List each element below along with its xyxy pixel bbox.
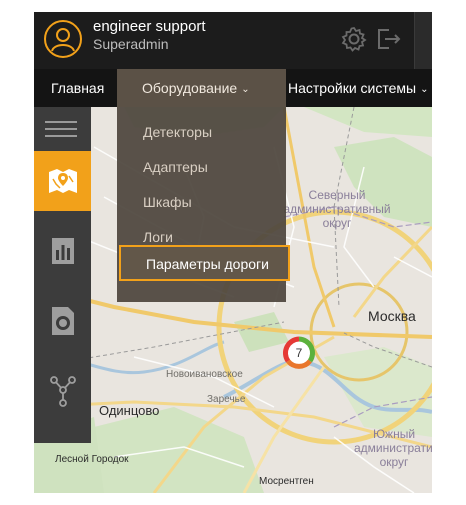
user-avatar-icon[interactable] [44,20,82,58]
map-label-zarechye: Заречье [207,394,246,405]
chart-icon [51,238,74,264]
top-header: engineer support Superadmin [34,12,432,69]
map-label-mosrentgen: Мосрентген [259,476,314,487]
map-icon [48,169,77,193]
main-menubar: Главная Оборудование ⌄ Настройки системы ⌄ [34,69,432,107]
chevron-down-icon: ⌄ [420,84,429,95]
map-district-south: Южный административный округ [354,427,432,469]
sidebar-item-network[interactable] [34,361,91,421]
map-city-label: Москва [368,308,416,324]
storage-icon [51,307,74,335]
sidebar-item-reports[interactable] [34,221,91,281]
dropdown-item-cabinets[interactable]: Шкафы [143,194,192,210]
sidebar-item-storage[interactable] [34,291,91,351]
hamburger-menu-icon[interactable] [45,121,77,137]
equipment-dropdown: Детекторы Адаптеры Шкафы Логи Параметры … [117,107,290,302]
map-label-novoivanovskoe: Новоивановское [166,369,243,380]
dropdown-item-road-parameters-label: Параметры дороги [146,256,269,272]
user-role: Superadmin [93,36,169,52]
nav-home[interactable]: Главная [51,69,104,107]
nav-equipment[interactable]: Оборудование ⌄ [117,69,286,107]
nav-system-settings[interactable]: Настройки системы ⌄ [288,69,428,107]
user-name: engineer support [93,18,206,35]
nav-equipment-label: Оборудование [142,80,238,96]
chevron-down-icon: ⌄ [241,84,250,95]
header-edge-panel [414,12,432,69]
map-label-odintsovo: Одинцово [99,403,160,418]
left-sidebar [34,107,91,443]
map-cluster-marker[interactable]: 7 [282,336,316,370]
dropdown-item-road-parameters[interactable]: Параметры дороги [119,245,290,281]
dropdown-item-logs[interactable]: Логи [143,229,173,245]
nav-settings-label: Настройки системы [288,80,417,96]
map-label-lesnoy-gorodok: Лесной Городок [55,454,129,465]
cluster-count: 7 [295,346,303,360]
map-district-north: Северный административный округ [283,188,391,230]
app-window: Северный административный округ Москва Ю… [34,12,432,493]
gear-icon[interactable] [340,25,368,53]
dropdown-item-detectors[interactable]: Детекторы [143,124,212,140]
dropdown-item-adapters[interactable]: Адаптеры [143,159,208,175]
network-icon [49,376,76,407]
logout-icon[interactable] [374,25,402,53]
sidebar-item-map[interactable] [34,151,91,211]
